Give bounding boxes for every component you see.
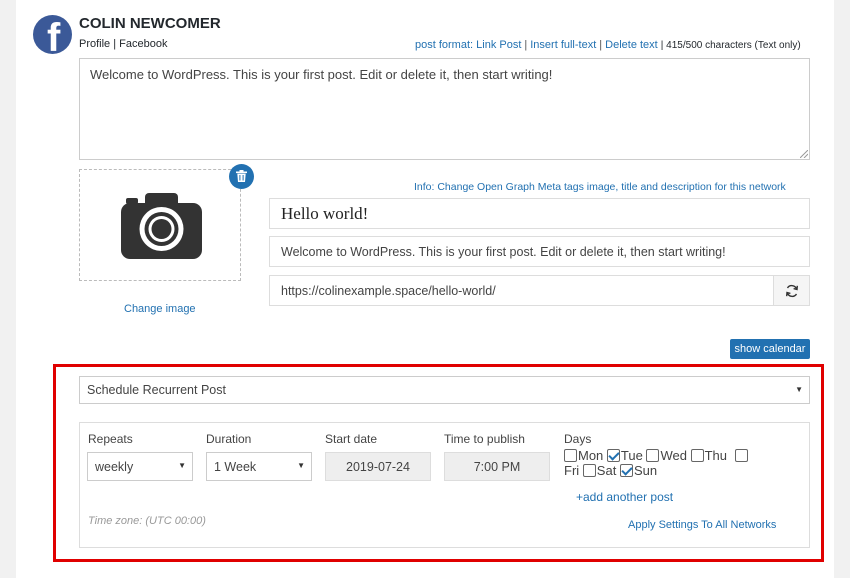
duration-value: 1 Week [214, 460, 257, 474]
day-wed[interactable]: Wed [646, 448, 687, 463]
caret-down-icon: ▼ [297, 461, 305, 470]
repeats-label: Repeats [88, 432, 133, 446]
day-thu[interactable]: Thu [690, 448, 727, 463]
checkbox-icon[interactable] [564, 449, 577, 462]
checkbox-icon[interactable] [582, 464, 596, 477]
days-label: Days [564, 432, 592, 446]
checkbox-checked-icon[interactable] [606, 449, 620, 462]
duration-select[interactable]: 1 Week ▼ [206, 452, 312, 481]
og-url-input[interactable]: https://colinexample.space/hello-world/ [269, 275, 774, 306]
og-title-input[interactable]: Hello world! [269, 198, 810, 229]
day-sun[interactable]: Sun [619, 463, 657, 478]
checkbox-icon[interactable] [646, 449, 660, 462]
apply-all-networks-link[interactable]: Apply Settings To All Networks [628, 519, 776, 531]
facebook-icon: f [33, 15, 72, 54]
message-text: Welcome to WordPress. This is your first… [90, 67, 553, 82]
schedule-type-select[interactable]: Schedule Recurrent Post ▼ [79, 376, 810, 404]
checkbox-icon[interactable] [690, 449, 704, 462]
show-calendar-button[interactable]: show calendar [730, 339, 810, 359]
og-info-link[interactable]: Info: Change Open Graph Meta tags image,… [414, 181, 786, 193]
add-another-post-link[interactable]: +add another post [576, 490, 673, 504]
time-input[interactable]: 7:00 PM [444, 452, 550, 481]
account-subtitle: Profile | Facebook [79, 38, 168, 50]
day-fri[interactable]: Fri [564, 463, 579, 478]
caret-down-icon: ▼ [795, 385, 803, 394]
delete-text-link[interactable]: Delete text [605, 39, 658, 51]
day-sat[interactable]: Sat [582, 463, 616, 478]
checkbox-checked-icon[interactable] [619, 464, 633, 477]
start-date-label: Start date [325, 432, 378, 446]
change-image-link[interactable]: Change image [124, 303, 196, 315]
trash-icon [236, 170, 247, 182]
resize-handle-icon[interactable] [800, 150, 808, 158]
repeats-value: weekly [95, 460, 134, 474]
post-format-link[interactable]: post format: Link Post [415, 39, 521, 51]
character-count: | 415/500 characters (Text only) [660, 40, 801, 51]
camera-icon [121, 193, 202, 259]
caret-down-icon: ▼ [178, 461, 186, 470]
schedule-type-value: Schedule Recurrent Post [87, 383, 226, 397]
account-name: COLIN NEWCOMER [79, 15, 221, 32]
checkbox-icon[interactable] [734, 449, 748, 462]
refresh-url-button[interactable] [773, 275, 810, 306]
days-checkboxes: Mon Tue Wed Thu Fri Sat Sun [564, 448, 784, 478]
delete-image-button[interactable] [229, 164, 254, 189]
og-description-input[interactable]: Welcome to WordPress. This is your first… [269, 236, 810, 267]
timezone-label: Time zone: (UTC 00:00) [88, 515, 206, 527]
refresh-icon [786, 284, 798, 298]
day-tue[interactable]: Tue [606, 448, 643, 463]
post-toolbar: post format: Link Post | Insert full-text |… [415, 39, 801, 51]
duration-label: Duration [206, 432, 252, 446]
start-date-input[interactable]: 2019-07-24 [325, 452, 431, 481]
day-mon[interactable]: Mon [564, 448, 603, 463]
time-label: Time to publish [444, 432, 525, 446]
repeats-select[interactable]: weekly ▼ [87, 452, 193, 481]
message-textarea[interactable]: Welcome to WordPress. This is your first… [79, 58, 810, 160]
insert-full-text-link[interactable]: Insert full-text [530, 39, 596, 51]
